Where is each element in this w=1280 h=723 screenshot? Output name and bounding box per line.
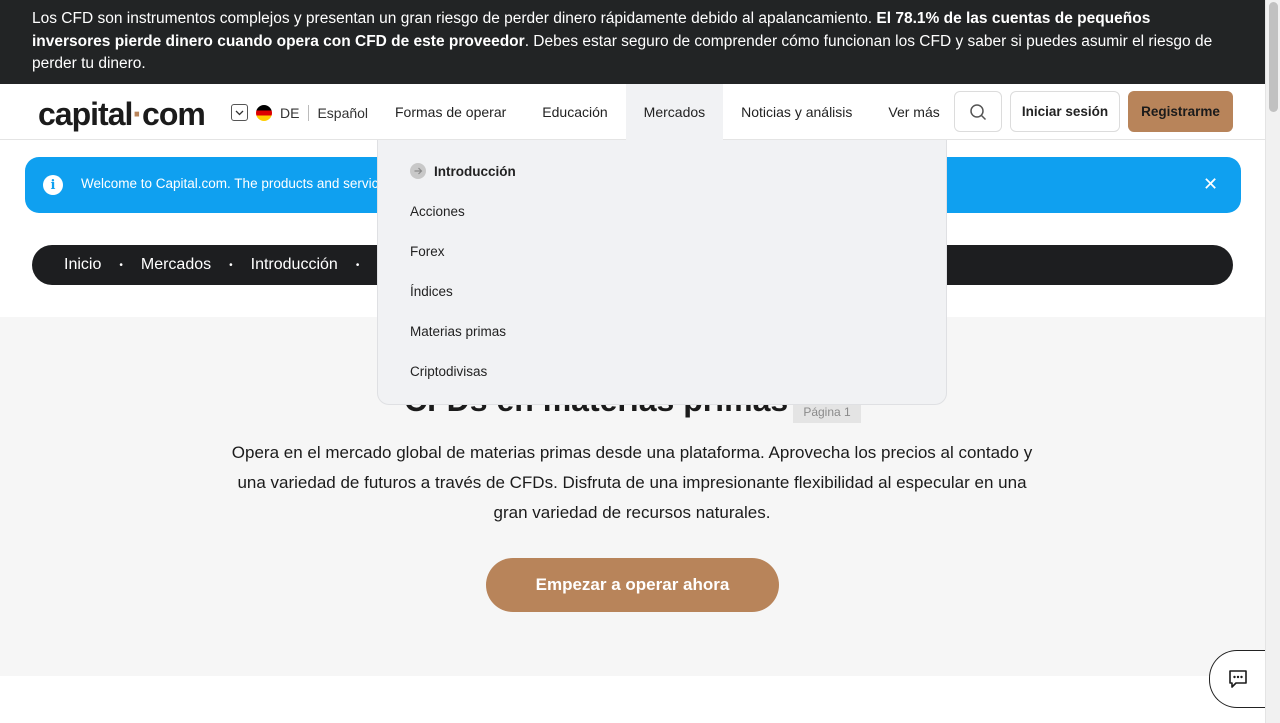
language-label[interactable]: Español	[317, 105, 368, 121]
close-icon[interactable]: ✕	[1203, 174, 1218, 195]
register-button[interactable]: Registrarme	[1128, 91, 1233, 132]
chat-button[interactable]	[1209, 650, 1265, 708]
hero-description: Opera en el mercado global de materias p…	[231, 443, 1033, 522]
chevron-down-icon[interactable]	[231, 104, 248, 121]
markets-dropdown: Introducción Acciones Forex Índices Mate…	[377, 140, 947, 405]
page-scrollbar[interactable]	[1265, 0, 1280, 723]
logo-text-end: com	[142, 96, 206, 132]
chat-icon	[1228, 670, 1247, 688]
language-divider	[308, 104, 310, 121]
dropdown-item-indices[interactable]: Índices	[410, 284, 453, 299]
main-nav: Formas de operar Educación Mercados Noti…	[377, 84, 958, 140]
dropdown-item-label: Introducción	[434, 163, 516, 179]
start-trading-button[interactable]: Empezar a operar ahora	[486, 558, 779, 612]
site-header: capital·com DE Español Formas de operar …	[0, 84, 1265, 140]
breadcrumb-mercados[interactable]: Mercados	[141, 256, 211, 274]
logo-dot: ·	[132, 96, 143, 132]
dropdown-item-materias-primas[interactable]: Materias primas	[410, 324, 506, 339]
search-button[interactable]	[954, 91, 1002, 132]
risk-warning-banner: Los CFD son instrumentos complejos y pre…	[0, 0, 1265, 84]
germany-flag-icon	[256, 104, 272, 121]
breadcrumb-introduccion[interactable]: Introducción	[251, 256, 338, 274]
login-button[interactable]: Iniciar sesión	[1010, 91, 1120, 132]
risk-text-intro: Los CFD son instrumentos complejos y pre…	[32, 10, 877, 27]
dropdown-item-forex[interactable]: Forex	[410, 244, 445, 259]
dropdown-item-criptodivisas[interactable]: Criptodivisas	[410, 364, 487, 379]
nav-noticias[interactable]: Noticias y análisis	[723, 84, 870, 140]
nav-educacion[interactable]: Educación	[524, 84, 625, 140]
breadcrumb-separator: •	[229, 259, 233, 271]
logo-text-main: capital	[38, 96, 133, 132]
scrollbar-thumb[interactable]	[1269, 2, 1278, 112]
breadcrumb-inicio[interactable]: Inicio	[64, 256, 101, 274]
search-icon	[970, 103, 987, 120]
welcome-message: Welcome to Capital.com. The products and…	[81, 176, 379, 191]
region-code: DE	[280, 104, 300, 121]
nav-ver-mas[interactable]: Ver más	[870, 84, 957, 140]
info-icon: i	[43, 175, 63, 195]
dropdown-item-introduccion[interactable]: Introducción	[410, 163, 516, 179]
nav-mercados[interactable]: Mercados	[625, 84, 724, 140]
breadcrumb-separator: •	[355, 259, 360, 271]
breadcrumb-separator: •	[119, 259, 123, 271]
capital-logo[interactable]: capital·com	[38, 96, 206, 133]
nav-formas-de-operar[interactable]: Formas de operar	[377, 84, 524, 140]
language-selector[interactable]: DE Español	[231, 104, 368, 121]
dropdown-item-acciones[interactable]: Acciones	[410, 204, 465, 219]
arrow-right-icon	[410, 163, 426, 179]
